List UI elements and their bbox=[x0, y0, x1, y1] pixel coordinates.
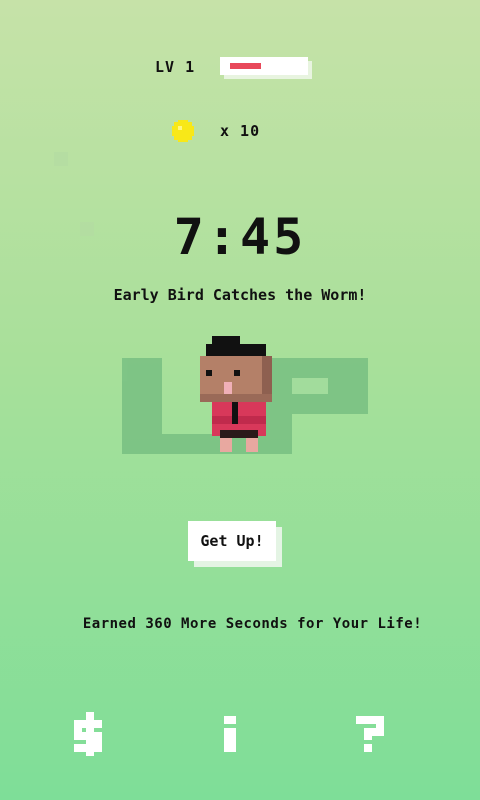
clock-time: 7:45 bbox=[173, 208, 307, 266]
help-icon[interactable] bbox=[350, 712, 390, 756]
coin-icon bbox=[172, 120, 194, 142]
dollar-icon[interactable] bbox=[68, 712, 108, 756]
earned-seconds-message: Earned 360 More Seconds for Your Life! bbox=[82, 616, 423, 632]
info-icon[interactable] bbox=[212, 712, 252, 756]
get-up-button[interactable]: Get Up! bbox=[188, 521, 276, 561]
sparkle-icon bbox=[54, 152, 68, 166]
motivation-message: Early Bird Catches the Worm! bbox=[113, 286, 367, 304]
level-progress-bar bbox=[220, 57, 308, 75]
character-sprite bbox=[198, 336, 274, 460]
level-label: LV 1 bbox=[155, 58, 196, 76]
coin-count: x 10 bbox=[220, 122, 261, 140]
level-progress-fill bbox=[230, 63, 261, 69]
